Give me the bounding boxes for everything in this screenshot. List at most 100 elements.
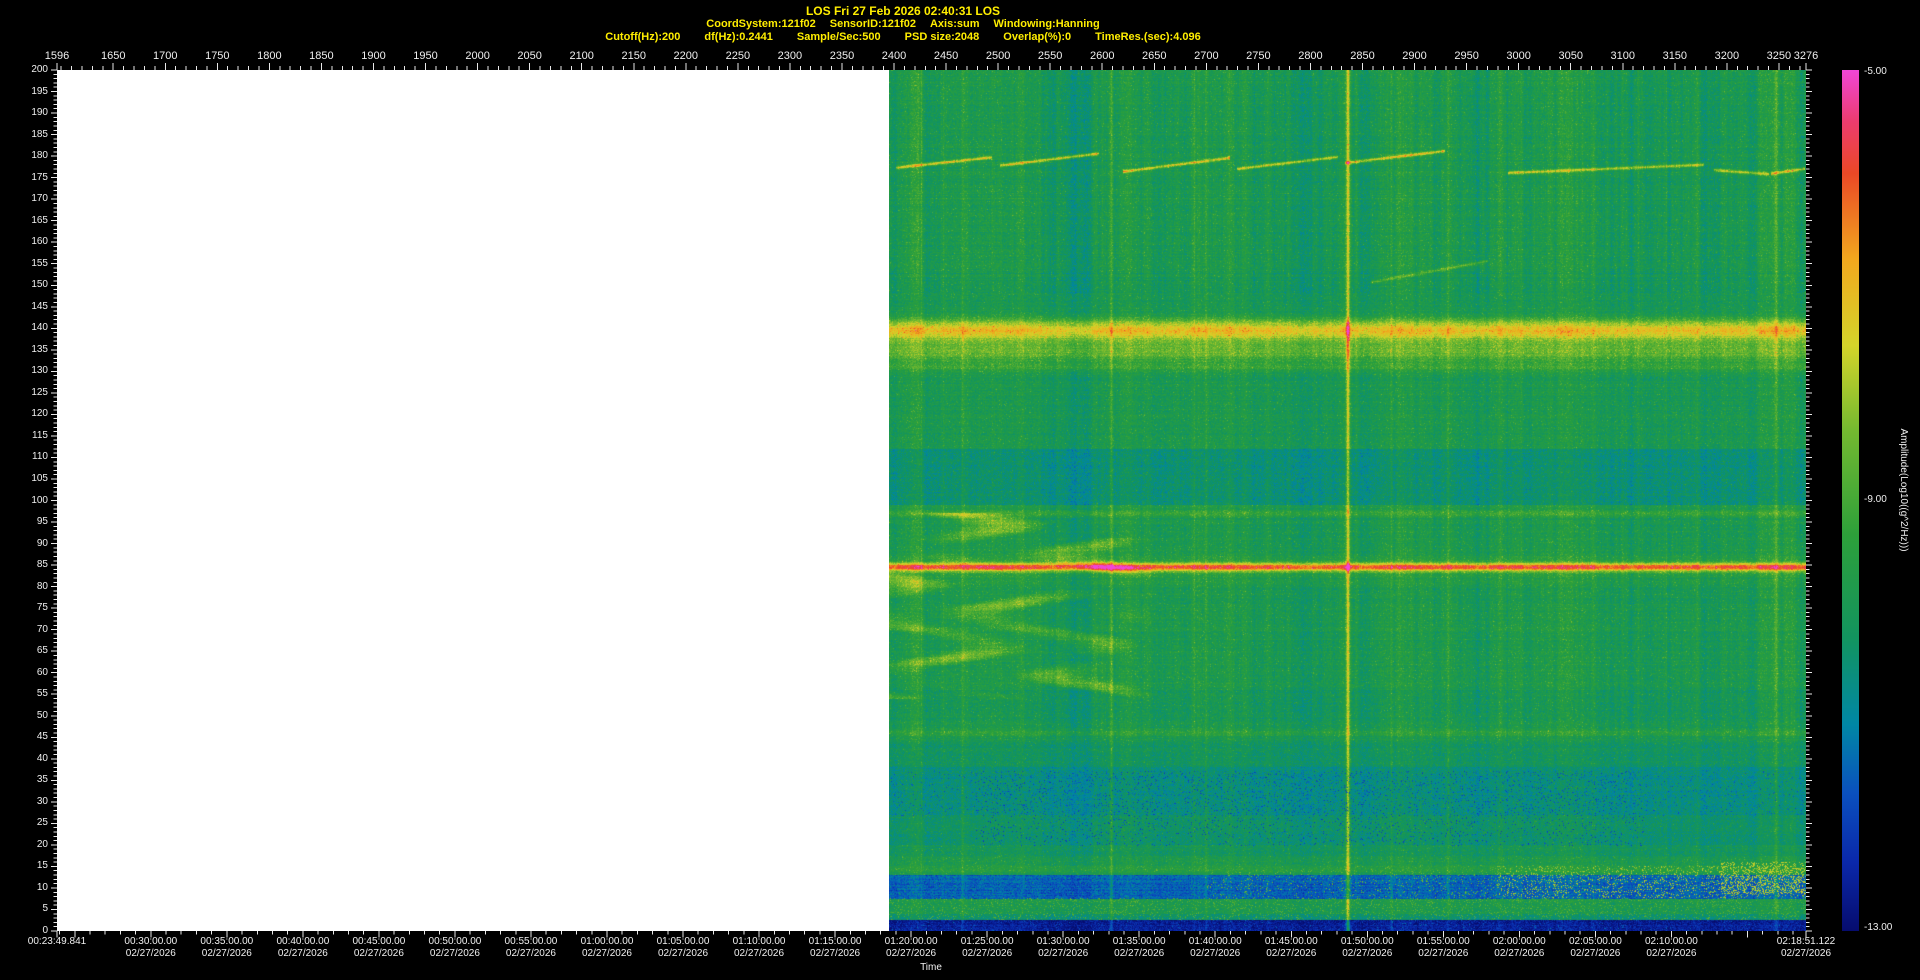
date-value: 02/27/2026 [124,948,177,960]
date-value: 02/27/2026 [200,948,253,960]
header-param: TimeRes.(sec):4.096 [1095,31,1201,44]
frequency-tick-label: 30 [18,796,48,807]
frequency-tick-label: 45 [18,731,48,742]
top-axis-tick-label: 3276 [1794,50,1818,62]
top-axis-tick-label: 2000 [465,50,489,62]
top-axis-tick-label: 2800 [1298,50,1322,62]
spectrogram-canvas[interactable] [889,70,1806,931]
date-value: 02/27/2026 [809,948,862,960]
top-axis-tick-label: 3250 [1767,50,1791,62]
time-tick-label: 01:40:00.0002/27/2026 [1189,936,1242,960]
time-tick-label: 00:45:00.0002/27/2026 [352,936,405,960]
time-value: 01:10:00.00 [733,936,786,948]
date-value: 02/27/2026 [505,948,558,960]
time-tick-label: 01:50:00.0002/27/2026 [1341,936,1394,960]
colorbar [1842,70,1859,931]
top-axis-tick-label: 1596 [45,50,69,62]
frequency-tick-label: 200 [18,64,48,75]
frequency-tick-label: 35 [18,774,48,785]
frequency-tick-label: 160 [18,236,48,247]
frequency-tick-label: 20 [18,839,48,850]
top-axis-tick-label: 2150 [622,50,646,62]
time-tick-label: 02:18:51.12202/27/2026 [1777,936,1835,960]
top-axis-tick-label: 2900 [1402,50,1426,62]
top-axis-tick-label: 2050 [517,50,541,62]
top-axis-tick-label: 3200 [1715,50,1739,62]
frequency-tick-label: 70 [18,624,48,635]
time-tick-label: 01:35:00.0002/27/2026 [1113,936,1166,960]
frequency-tick-label: 0 [18,925,48,936]
plot-area[interactable] [57,70,1806,931]
top-axis-tick-label: 1650 [101,50,125,62]
time-value: 02:00:00.00 [1493,936,1546,948]
top-axis-tick-label: 2450 [934,50,958,62]
date-value: 02/27/2026 [657,948,710,960]
top-axis-tick-label: 2350 [830,50,854,62]
frequency-tick-label: 105 [18,473,48,484]
colorbar-title: Amplitude(Log10((g^2/Hz))) [1898,428,1909,551]
time-value: 00:40:00.00 [276,936,329,948]
time-tick-label: 01:20:00.0002/27/2026 [885,936,938,960]
frequency-tick-label: 55 [18,688,48,699]
frequency-tick-label: 130 [18,365,48,376]
time-tick-label: 00:30:00.0002/27/2026 [124,936,177,960]
frequency-tick-label: 90 [18,538,48,549]
header-param: Cutoff(Hz):200 [605,31,680,44]
date-value: 02/27/2026 [1113,948,1166,960]
time-tick-label: 02:10:00.0002/27/2026 [1645,936,1698,960]
time-tick-label: 01:05:00.0002/27/2026 [657,936,710,960]
frequency-tick-label: 140 [18,322,48,333]
frequency-tick-label: 100 [18,495,48,506]
frequency-tick-label: 10 [18,882,48,893]
date-value: 02/27/2026 [581,948,634,960]
frequency-tick-label: 180 [18,150,48,161]
date-value: 02/27/2026 [1037,948,1090,960]
top-axis-tick-label: 2200 [674,50,698,62]
date-value: 02/27/2026 [1645,948,1698,960]
frequency-tick-label: 80 [18,581,48,592]
time-tick-label: 01:25:00.0002/27/2026 [961,936,1014,960]
time-value: 01:40:00.00 [1189,936,1242,948]
time-value: 01:25:00.00 [961,936,1014,948]
time-tick-label: 00:50:00.0002/27/2026 [429,936,482,960]
date-value: 02/27/2026 [961,948,1014,960]
header: LOS Fri 27 Feb 2026 02:40:31 LOS CoordSy… [0,4,1806,44]
top-axis-tick-label: 1750 [205,50,229,62]
frequency-tick-label: 75 [18,602,48,613]
top-axis-tick-label: 2100 [569,50,593,62]
time-tick-label: 02:00:00.0002/27/2026 [1493,936,1546,960]
top-axis-tick-label: 2600 [1090,50,1114,62]
top-axis-tick-label: 1900 [361,50,385,62]
time-value: 01:30:00.00 [1037,936,1090,948]
time-tick-label: 00:40:00.0002/27/2026 [276,936,329,960]
top-axis-tick-label: 2300 [778,50,802,62]
top-axis-tick-label: 2500 [986,50,1010,62]
time-value: 01:45:00.00 [1265,936,1318,948]
time-value: 00:30:00.00 [124,936,177,948]
frequency-tick-label: 195 [18,86,48,97]
time-tick-label: 01:55:00.0002/27/2026 [1417,936,1470,960]
time-value: 01:35:00.00 [1113,936,1166,948]
date-value: 02/27/2026 [1493,948,1546,960]
time-tick-label: 01:15:00.0002/27/2026 [809,936,862,960]
header-param: SensorID:121f02 [830,18,916,31]
frequency-tick-label: 150 [18,279,48,290]
top-axis-tick-label: 1700 [153,50,177,62]
colorbar-label-min: -13.00 [1864,922,1892,933]
time-axis-title: Time [920,962,942,973]
top-axis-tick-label: 2950 [1454,50,1478,62]
header-params-row2: Cutoff(Hz):200df(Hz):0.2441Sample/Sec:50… [0,31,1806,44]
frequency-tick-label: 15 [18,860,48,871]
time-value: 02:18:51.122 [1777,936,1835,948]
header-param: PSD size:2048 [905,31,980,44]
header-param: CoordSystem:121f02 [706,18,815,31]
time-value: 00:50:00.00 [429,936,482,948]
frequency-tick-label: 50 [18,710,48,721]
top-axis-tick-label: 1850 [309,50,333,62]
time-value: 01:05:00.00 [657,936,710,948]
time-tick-label: 00:35:00.0002/27/2026 [200,936,253,960]
time-value: 01:55:00.00 [1417,936,1470,948]
date-value: 02/27/2026 [1341,948,1394,960]
frequency-tick-label: 5 [18,903,48,914]
time-tick-label: 01:45:00.0002/27/2026 [1265,936,1318,960]
